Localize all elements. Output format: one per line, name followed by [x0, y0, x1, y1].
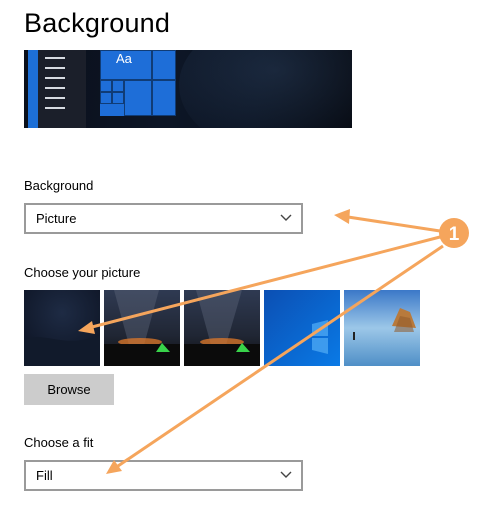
page-title: Background [24, 8, 171, 38]
preview-start-menu [38, 50, 86, 128]
thumbnail-dark-blue[interactable] [24, 290, 100, 366]
browse-button[interactable]: Browse [24, 374, 114, 405]
fit-dropdown[interactable]: Fill [24, 460, 303, 491]
choose-picture-label: Choose your picture [24, 265, 141, 280]
callout-marker-number: 1 [449, 224, 460, 245]
thumbnail-windows-blue[interactable] [264, 290, 340, 366]
preview-start-bar [28, 50, 38, 128]
callout-marker [439, 218, 469, 248]
background-label: Background [24, 178, 94, 193]
preview-live-tiles: Aa [100, 50, 176, 116]
choose-fit-label: Choose a fit [24, 435, 94, 450]
desktop-preview: Aa [24, 50, 352, 128]
background-dropdown[interactable]: Picture [24, 203, 303, 234]
chevron-down-icon [280, 471, 292, 478]
background-dropdown-value: Picture [36, 211, 77, 226]
thumbnail-beach[interactable] [344, 290, 420, 366]
chevron-down-icon [280, 214, 292, 221]
thumbnail-milky-way-2[interactable] [184, 290, 260, 366]
fit-dropdown-value: Fill [36, 468, 53, 483]
thumbnail-milky-way-1[interactable] [104, 290, 180, 366]
